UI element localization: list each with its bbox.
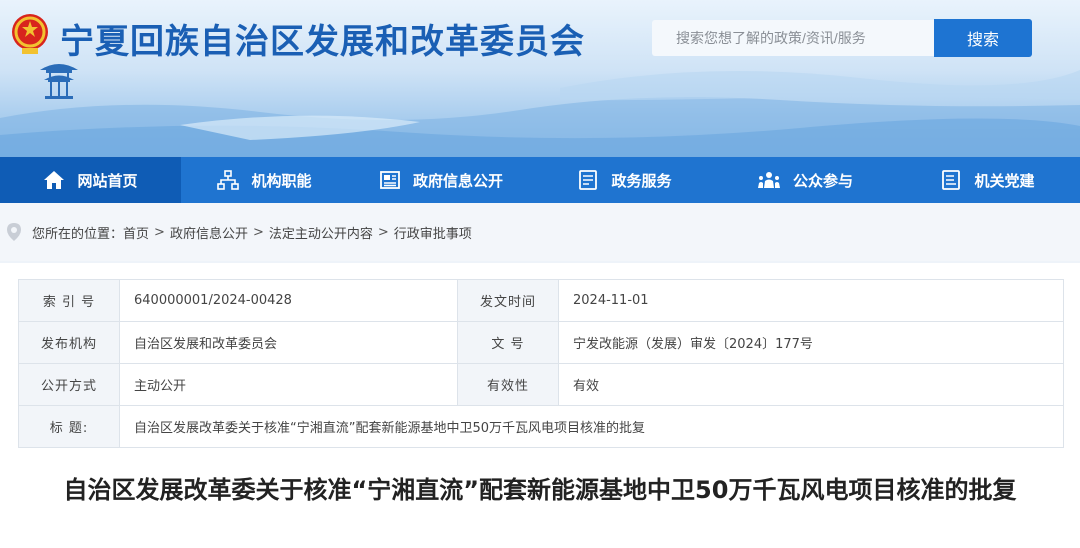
nav-item-organization[interactable]: 机构职能 bbox=[181, 157, 348, 203]
breadcrumb-separator: > bbox=[252, 224, 264, 240]
site-banner: 宁夏回族自治区发展和改革委员会 搜索 bbox=[0, 0, 1080, 157]
nav-item-gov-info[interactable]: 政府信息公开 bbox=[348, 157, 534, 203]
disclosure-method-value: 主动公开 bbox=[119, 363, 458, 406]
nav-item-gov-services[interactable]: 政务服务 bbox=[534, 157, 715, 203]
nav-item-public-participation[interactable]: 公众参与 bbox=[715, 157, 895, 203]
index-number-value: 640000001/2024-00428 bbox=[119, 279, 458, 322]
table-row: 发布机构 自治区发展和改革委员会 文 号 宁发改能源（发展）审发〔2024〕17… bbox=[18, 321, 1064, 364]
newspaper-icon bbox=[380, 171, 400, 189]
nav-label: 网站首页 bbox=[77, 171, 138, 190]
table-row: 索 引 号 640000001/2024-00428 发文时间 2024-11-… bbox=[18, 279, 1064, 322]
document-list-icon bbox=[579, 170, 598, 190]
nav-item-home[interactable]: 网站首页 bbox=[0, 157, 181, 203]
article-content: 索 引 号 640000001/2024-00428 发文时间 2024-11-… bbox=[0, 263, 1080, 548]
main-nav: 网站首页 机构职能 政府信息公开 政务服务 公众参与 机关党建 bbox=[0, 157, 1080, 203]
breadcrumb-link-home[interactable]: 首页 bbox=[123, 223, 149, 242]
nav-label: 政府信息公开 bbox=[412, 171, 503, 190]
metadata-table: 索 引 号 640000001/2024-00428 发文时间 2024-11-… bbox=[18, 279, 1064, 448]
validity-value: 有效 bbox=[558, 363, 1064, 406]
document-title: 自治区发展改革委关于核准“宁湘直流”配套新能源基地中卫50万千瓦风电项目核准的批… bbox=[63, 476, 1017, 504]
search-button[interactable]: 搜索 bbox=[934, 19, 1032, 57]
breadcrumb-separator: > bbox=[377, 224, 389, 240]
publisher-value: 自治区发展和改革委员会 bbox=[119, 321, 458, 364]
title-label: 标 题: bbox=[18, 405, 120, 448]
pavilion-icon bbox=[40, 64, 78, 99]
site-title: 宁夏回族自治区发展和改革委员会 bbox=[60, 22, 585, 62]
document-icon bbox=[942, 170, 961, 190]
search-input[interactable] bbox=[652, 20, 934, 56]
validity-label: 有效性 bbox=[457, 363, 559, 406]
breadcrumb-link-gov-info[interactable]: 政府信息公开 bbox=[170, 223, 248, 242]
home-icon bbox=[44, 171, 65, 189]
nav-label: 机构职能 bbox=[251, 171, 312, 190]
title-value: 自治区发展改革委关于核准“宁湘直流”配套新能源基地中卫50万千瓦风电项目核准的批… bbox=[119, 405, 1064, 448]
issue-date-value: 2024-11-01 bbox=[558, 279, 1064, 322]
disclosure-method-label: 公开方式 bbox=[18, 363, 120, 406]
nav-label: 公众参与 bbox=[792, 171, 853, 190]
issue-date-label: 发文时间 bbox=[457, 279, 559, 322]
document-number-label: 文 号 bbox=[457, 321, 559, 364]
people-icon bbox=[757, 172, 780, 188]
document-number-value: 宁发改能源（发展）审发〔2024〕177号 bbox=[558, 321, 1064, 364]
table-row: 标 题: 自治区发展改革委关于核准“宁湘直流”配套新能源基地中卫50万千瓦风电项… bbox=[18, 405, 1064, 448]
breadcrumb-link-statutory[interactable]: 法定主动公开内容 bbox=[269, 223, 373, 242]
breadcrumb-separator: > bbox=[154, 224, 165, 240]
breadcrumb: 您所在的位置： 首页 > 政府信息公开 > 法定主动公开内容 > 行政审批事项 bbox=[0, 203, 1080, 261]
table-row: 公开方式 主动公开 有效性 有效 bbox=[18, 363, 1064, 406]
location-pin-icon bbox=[7, 223, 21, 241]
breadcrumb-prefix: 您所在的位置： bbox=[32, 226, 124, 242]
breadcrumb-link-approval[interactable]: 行政审批事项 bbox=[394, 223, 472, 242]
nav-item-party-building[interactable]: 机关党建 bbox=[895, 157, 1080, 203]
national-emblem-icon bbox=[12, 14, 48, 54]
index-number-label: 索 引 号 bbox=[18, 279, 120, 322]
publisher-label: 发布机构 bbox=[18, 321, 120, 364]
nav-label: 政务服务 bbox=[611, 171, 672, 190]
org-chart-icon bbox=[217, 170, 240, 190]
nav-label: 机关党建 bbox=[974, 171, 1035, 190]
